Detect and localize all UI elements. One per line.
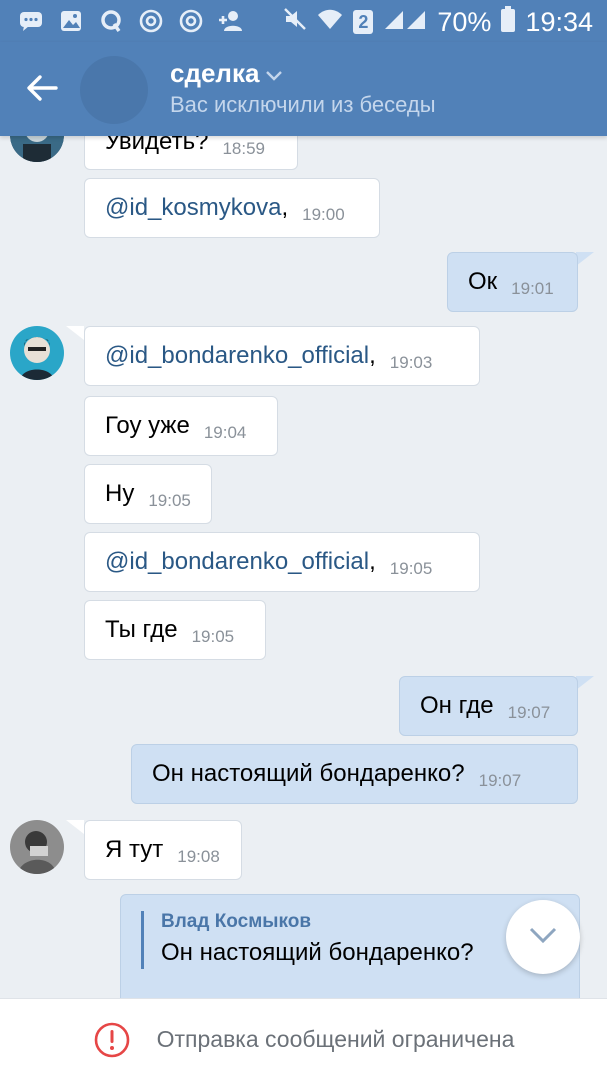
message-text: Он где (420, 692, 494, 719)
message-time: 19:00 (302, 205, 345, 224)
mute-icon (283, 7, 307, 37)
message-time: 19:07 (507, 703, 551, 722)
message-bubble[interactable]: @id_bondarenko_official, 19:05 (84, 532, 480, 592)
reply-quote-bar (141, 911, 144, 969)
message-bubble[interactable]: @id_bondarenko_official, 19:03 (84, 326, 480, 386)
chat-title-dropdown[interactable]: сделка (170, 58, 283, 89)
message-time: 19:05 (389, 559, 433, 578)
chat-subtitle: Вас исключили из беседы (170, 92, 436, 117)
battery-percent: 70% (437, 6, 492, 37)
reply-author[interactable]: Влад Космыков (161, 911, 311, 933)
chevron-down-icon (265, 58, 283, 89)
message-text: Ты где (105, 616, 178, 643)
chat-title: сделка (170, 58, 260, 88)
reply-text: Он настоящий бондаренко? (161, 939, 474, 966)
chat-avatar[interactable] (80, 56, 148, 124)
image-icon (58, 8, 84, 34)
message-list[interactable]: Увидеть? 18:59 @id_kosmykova, 19:00 Ок 1… (0, 136, 607, 998)
bubble-tail (576, 676, 594, 690)
scroll-down-button[interactable] (506, 900, 580, 974)
message-bubble[interactable]: @id_kosmykova, 19:00 (84, 178, 380, 238)
mention-link[interactable]: @id_bondarenko_official (105, 548, 369, 576)
message-text: Он настоящий бондаренко? (152, 760, 465, 787)
bubble-tail (576, 252, 594, 266)
at-icon (138, 8, 164, 34)
message-bubble[interactable]: Ты где 19:05 (84, 600, 266, 660)
sim-badge-label: 2 (358, 11, 369, 32)
message-time: 19:04 (203, 423, 247, 442)
message-bubble[interactable]: Гоу уже 19:04 (84, 396, 278, 456)
back-arrow-icon[interactable] (22, 68, 62, 108)
message-bubble[interactable]: Ок 19:01 (447, 252, 578, 312)
message-time: 19:01 (511, 279, 554, 298)
avatar[interactable] (10, 326, 64, 380)
at-icon (178, 8, 204, 34)
message-bubble[interactable]: Он настоящий бондаренко? 19:07 (131, 744, 578, 804)
message-text: Увидеть? (105, 136, 209, 155)
restricted-bar: Отправка сообщений ограничена (0, 998, 607, 1080)
message-time: 19:08 (177, 847, 220, 866)
message-time: 18:59 (222, 139, 265, 158)
message-text: Ну (105, 480, 135, 507)
chat-header: сделка Вас исключили из беседы (0, 42, 607, 136)
message-time: 19:03 (389, 353, 433, 372)
message-text: Ок (468, 268, 498, 295)
message-bubble[interactable]: Ну 19:05 (84, 464, 212, 524)
mention-link[interactable]: @id_kosmykova (105, 194, 281, 222)
message-time: 19:07 (478, 771, 522, 790)
q-icon (98, 8, 124, 34)
restricted-message: Отправка сообщений ограничена (156, 1026, 515, 1052)
bubble-tail (66, 820, 84, 834)
signal-icon (383, 7, 427, 37)
system-status: 2 70% 19:34 (283, 6, 593, 38)
sim-badge: 2 (353, 10, 374, 34)
message-time: 19:05 (148, 491, 191, 510)
message-bubble[interactable]: Я тут 19:08 (84, 820, 242, 880)
message-time: 19:05 (191, 627, 235, 646)
notification-icons (18, 8, 244, 34)
bubble-tail (66, 326, 84, 340)
battery-icon (501, 6, 516, 38)
message-text: Я тут (105, 836, 164, 863)
add-user-icon (218, 8, 244, 34)
message-text: , (369, 548, 376, 575)
status-bar: 2 70% 19:34 (0, 0, 607, 42)
exclamation-circle-icon (93, 1021, 131, 1059)
chat-bubble-icon (18, 8, 44, 34)
message-text: , (281, 194, 289, 221)
mention-link[interactable]: @id_bondarenko_official (105, 342, 369, 370)
clock: 19:34 (525, 6, 593, 37)
message-text: , (369, 342, 376, 369)
wifi-icon (317, 8, 343, 36)
avatar[interactable] (10, 136, 64, 162)
message-bubble[interactable]: Увидеть? 18:59 (84, 136, 298, 170)
chevron-down-icon (528, 926, 558, 949)
avatar[interactable] (10, 820, 64, 874)
message-text: Гоу уже (105, 412, 190, 439)
message-bubble[interactable]: Он где 19:07 (399, 676, 578, 736)
